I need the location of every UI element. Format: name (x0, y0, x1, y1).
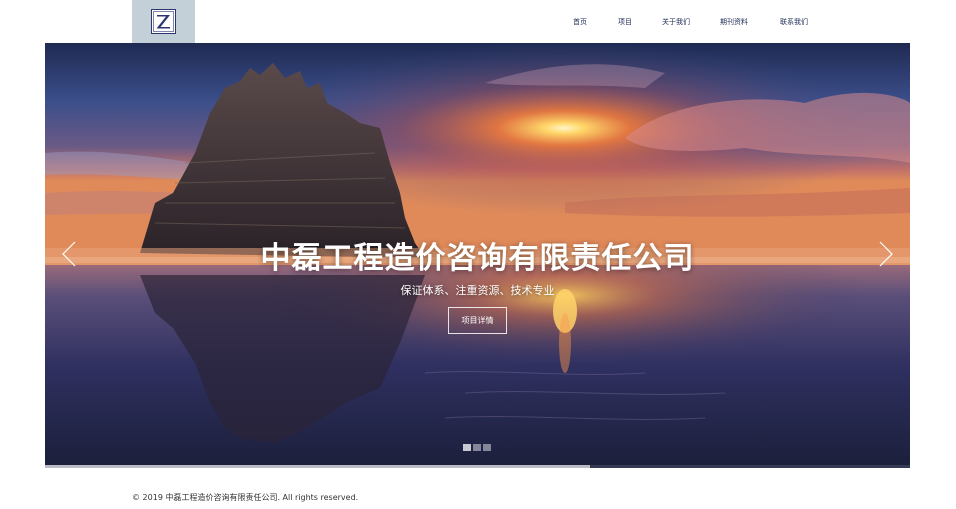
site-header: 首页 项目 关于我们 期刊资料 联系我们 (0, 0, 956, 43)
hero-subtitle: 保证体系、注重资源、技术专业 (400, 284, 555, 297)
slide-indicators (463, 444, 493, 451)
project-details-button[interactable]: 项目详情 (448, 307, 507, 334)
nav-item-home[interactable]: 首页 (573, 17, 587, 27)
slide-dot[interactable] (473, 444, 481, 451)
slide-progress-fill (45, 465, 590, 468)
slide-dot[interactable] (483, 444, 491, 451)
nav-item-about[interactable]: 关于我们 (662, 17, 690, 27)
footer-copyright: © 2019 中磊工程造价咨询有限责任公司. All rights reserv… (132, 493, 359, 502)
nav-item-journals[interactable]: 期刊资料 (720, 17, 748, 27)
nav-item-contact[interactable]: 联系我们 (780, 17, 808, 27)
chevron-right-icon (879, 241, 893, 267)
slide-dot[interactable] (463, 444, 471, 451)
logo[interactable] (132, 0, 195, 43)
logo-z-icon (151, 9, 176, 34)
nav-item-projects[interactable]: 项目 (618, 17, 632, 27)
prev-slide-button[interactable] (59, 240, 79, 268)
hero-title: 中磊工程造价咨询有限责任公司 (260, 241, 695, 276)
chevron-left-icon (62, 241, 76, 267)
next-slide-button[interactable] (876, 240, 896, 268)
hero-carousel: 中磊工程造价咨询有限责任公司 保证体系、注重资源、技术专业 项目详情 (45, 43, 910, 468)
slide-progress-track (45, 465, 910, 468)
